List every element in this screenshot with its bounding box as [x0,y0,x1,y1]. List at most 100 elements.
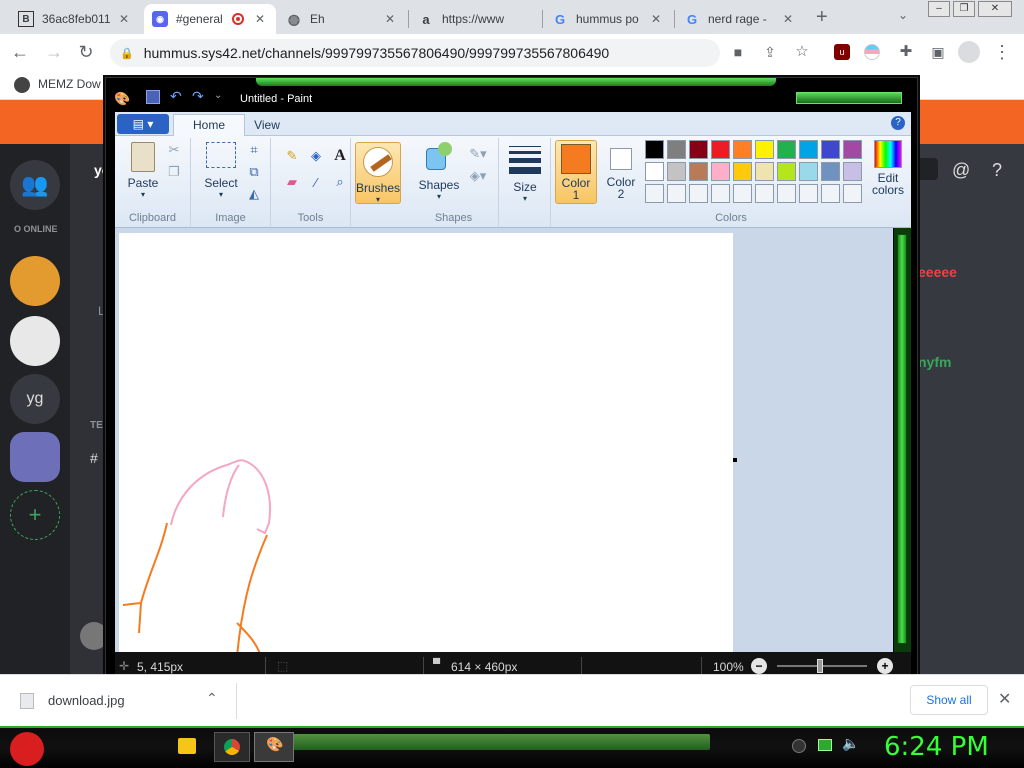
bookmark-item[interactable]: MEMZ Dow [38,77,101,91]
reload-icon[interactable]: ↻ [76,42,96,62]
server-icon-yg[interactable]: yg [10,374,60,424]
crop-icon[interactable]: ⌗ [243,140,265,160]
tab-3[interactable]: ◍ Eh ✕ [278,4,406,34]
resize-icon[interactable]: ⧉ [243,162,265,182]
discord-home-icon[interactable]: 👥 [10,160,60,210]
palette-swatch[interactable] [733,140,752,159]
palette-swatch[interactable] [843,162,862,181]
undo-icon[interactable]: ↶ [170,88,182,105]
save-icon[interactable] [146,90,160,104]
tab-5[interactable]: G hummus po ✕ [544,4,672,34]
restore-button[interactable]: ❐ [953,1,975,17]
close-icon[interactable]: ✕ [252,12,268,26]
server-icon-cat[interactable] [10,256,60,306]
server-icon-selected[interactable] [10,432,60,482]
fill-icon[interactable]: ◈▾ [467,166,489,186]
palette-swatch[interactable] [755,162,774,181]
vertical-scrollbar[interactable] [893,228,911,652]
palette-swatch[interactable] [711,140,730,159]
help-icon[interactable]: ? [891,116,905,130]
address-bar[interactable]: 🔒 hummus.sys42.net/channels/999799735567… [110,39,720,67]
tab-4[interactable]: a https://www [410,4,540,34]
zoom-out-button[interactable]: − [751,658,767,674]
channel-fragment[interactable]: # [90,450,98,466]
palette-swatch[interactable] [689,184,708,203]
brushes-button[interactable]: Brushes ▾ [355,142,401,204]
tab-view[interactable]: View [243,118,291,132]
color2-button[interactable]: Color 2 [601,140,641,204]
palette-swatch[interactable] [733,162,752,181]
tab-1[interactable]: B 36ac8feb011 ✕ [10,4,140,34]
palette-swatch[interactable] [711,162,730,181]
pencil-icon[interactable]: ✎ [281,146,303,166]
close-window-button[interactable]: ✕ [978,1,1012,17]
select-button[interactable]: Select ▾ [199,142,243,200]
palette-swatch[interactable] [799,140,818,159]
paste-button[interactable]: Paste ▾ [123,142,163,200]
fill-bucket-icon[interactable]: ◈ [305,146,327,166]
size-button[interactable]: Size ▾ [507,144,543,204]
zoom-slider-thumb[interactable] [817,659,823,673]
chevron-up-icon[interactable]: ⌃ [206,690,218,707]
mention-icon[interactable]: @ [952,160,970,181]
star-icon[interactable]: ☆ [792,42,812,62]
paint-menu-button[interactable]: ▤ ▾ [117,114,169,134]
close-icon[interactable]: ✕ [382,12,398,26]
palette-swatch[interactable] [689,140,708,159]
menu-icon[interactable]: ⋮ [992,42,1012,62]
text-tool-icon[interactable]: A [329,146,351,166]
palette-swatch[interactable] [645,140,664,159]
magnifier-icon[interactable]: ⌕ [329,172,351,192]
cut-icon[interactable]: ✂ [163,140,185,160]
close-icon[interactable]: ✕ [116,12,132,26]
canvas-resize-handle[interactable] [733,458,737,462]
rotate-icon[interactable]: ◭ [243,184,265,204]
eraser-icon[interactable]: ▰ [281,172,303,192]
back-arrow-icon[interactable]: ← [10,42,30,62]
window-controls[interactable] [796,92,902,104]
tab-general[interactable]: ◉ #general ✕ [144,4,276,34]
server-icon-wojak[interactable] [10,316,60,366]
scroll-thumb[interactable] [897,234,907,644]
search-icon[interactable] [916,158,938,180]
zoom-in-button[interactable]: + [877,658,893,674]
puzzle-icon[interactable]: ✚ [896,42,916,62]
profile-avatar[interactable] [958,41,980,63]
share-icon[interactable]: ⇪ [760,42,780,62]
palette-swatch[interactable] [821,184,840,203]
palette-swatch[interactable] [667,184,686,203]
color-picker-icon[interactable]: ⁄ [305,172,327,192]
tab-6[interactable]: G nerd rage - ✕ [676,4,804,34]
close-icon[interactable]: ✕ [998,689,1011,709]
close-icon[interactable]: ✕ [780,12,796,26]
new-tab-button[interactable]: + [816,6,828,29]
palette-swatch[interactable] [645,184,664,203]
redo-icon[interactable]: ↷ [192,88,204,105]
copy-icon[interactable]: ❐ [163,162,185,182]
palette-swatch[interactable] [843,140,862,159]
tab-home[interactable]: Home [173,114,245,136]
show-all-button[interactable]: Show all [910,685,988,715]
palette-swatch[interactable] [821,140,840,159]
sidebar-icon[interactable]: ▣ [928,42,948,62]
drawing-canvas[interactable] [119,233,733,652]
add-server-icon[interactable]: + [10,490,60,540]
palette-swatch[interactable] [667,140,686,159]
palette-swatch[interactable] [689,162,708,181]
palette-swatch[interactable] [799,162,818,181]
color1-button[interactable]: Color 1 [555,140,597,204]
extension-flag-icon[interactable] [864,44,880,60]
help-icon[interactable]: ? [992,160,1002,181]
customize-chevron-icon[interactable]: ⌄ [214,90,222,101]
palette-swatch[interactable] [777,140,796,159]
forward-arrow-icon[interactable]: → [44,42,64,62]
download-filename[interactable]: download.jpg [48,693,125,708]
minimize-button[interactable]: – [928,1,950,17]
palette-swatch[interactable] [645,162,664,181]
close-icon[interactable]: ✕ [648,12,664,26]
start-angry-bird-icon[interactable] [10,732,44,766]
palette-swatch[interactable] [799,184,818,203]
palette-swatch[interactable] [777,162,796,181]
camera-icon[interactable]: ■ [728,42,748,62]
palette-swatch[interactable] [755,184,774,203]
